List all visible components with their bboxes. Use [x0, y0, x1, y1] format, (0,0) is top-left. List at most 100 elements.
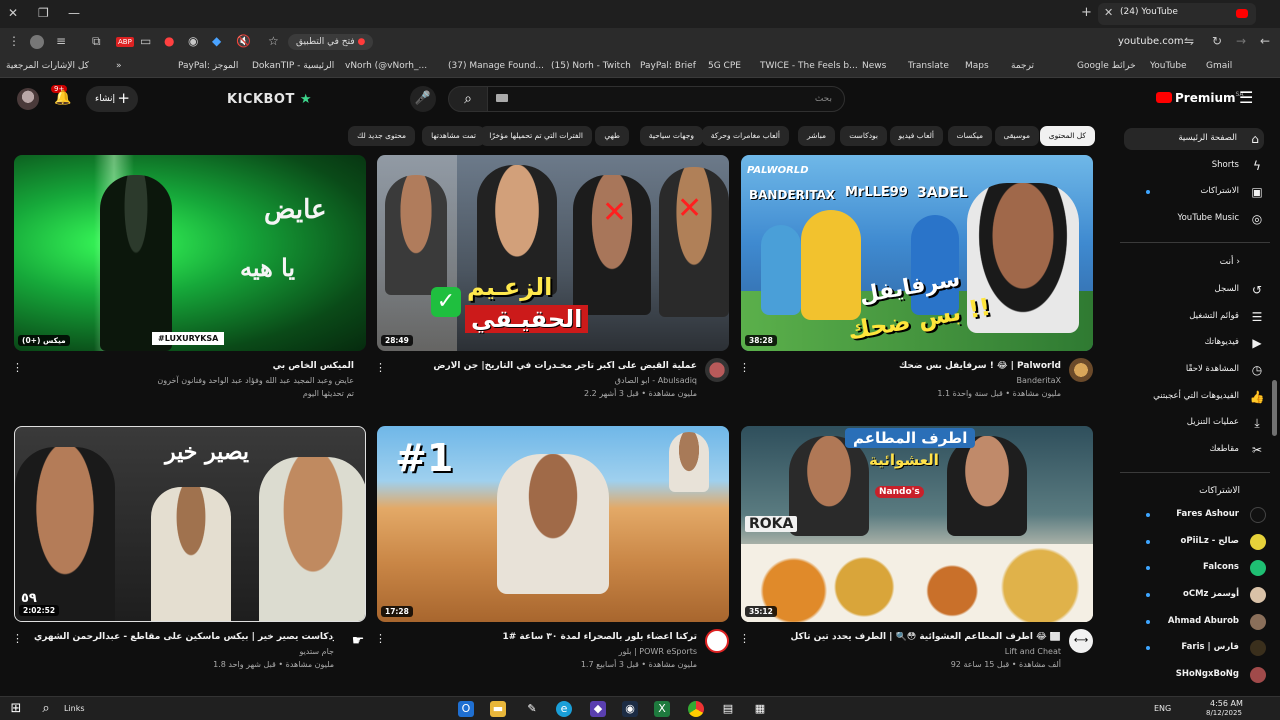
kickbot-extension-logo[interactable]: KICKBOT ★	[227, 92, 312, 107]
bookmark-star-icon[interactable]: ☆	[268, 34, 279, 48]
video-thumbnail[interactable]: عايض يا هيه #LUXURYKSA ميكس (+0)	[14, 155, 366, 351]
notifications-bell-icon[interactable]: 🔔	[54, 90, 71, 106]
bookmark-manage-found[interactable]: (37) Manage Found...	[448, 61, 544, 71]
sidebar-sub-faris[interactable]: Faris | فارس	[1120, 637, 1266, 659]
more-options-icon[interactable]: ⋮	[375, 361, 386, 374]
bookmark-tarjama[interactable]: ترجمة	[1011, 61, 1034, 71]
channel-avatar[interactable]	[705, 629, 729, 653]
bookmark-5g-cpe[interactable]: 5G CPE	[708, 61, 741, 71]
video-title[interactable]: اطرف المطاعم العشوائية 😳🔍 | الطرف يحدد ت…	[761, 632, 1062, 642]
create-button[interactable]: إنشاء +	[86, 86, 138, 112]
bookmark-paypal-ar[interactable]: PayPal: الموجز	[178, 61, 238, 71]
video-title[interactable]: سرفايفل بس ضحك ! 😂 | Palworld	[761, 361, 1061, 371]
chip-cooking[interactable]: طهي	[595, 126, 629, 146]
more-options-icon[interactable]: ⋮	[375, 632, 386, 645]
minimize-window-icon[interactable]: —	[68, 6, 80, 20]
site-settings-icon[interactable]: ⇋	[1184, 34, 1194, 48]
sidebar-item-your-videos[interactable]: فيديوهاتك ▶	[1120, 332, 1266, 354]
guide-menu-icon[interactable]: ☰	[1239, 88, 1253, 107]
browser-tab-youtube[interactable]: ✕ (24) YouTube	[1098, 3, 1256, 25]
address-url[interactable]: youtube.com	[1118, 36, 1184, 47]
video-thumbnail[interactable]: ✕ ✕ ✓ الزعـيم الحقيـقي 28:49	[377, 155, 729, 351]
channel-name[interactable]: عايض وعبد المجيد عبد الله وفؤاد عبد الوا…	[54, 376, 354, 385]
sidebar-item-subscriptions[interactable]: الاشتراكات ▣	[1120, 181, 1266, 203]
sidebar-item-playlists[interactable]: قوائم التشغيل ☰	[1120, 306, 1266, 328]
sidebar-item-shorts[interactable]: Shorts ϟ	[1120, 155, 1266, 177]
sidebar-item-home[interactable]: الصفحة الرئيسية ⌂	[1124, 128, 1264, 150]
clock-date[interactable]: 8/12/2025	[1206, 709, 1242, 717]
keyboard-icon[interactable]	[496, 94, 508, 102]
windows-start-icon[interactable]: ⊞	[8, 701, 24, 717]
video-title[interactable]: الميكس الخاص بي	[54, 361, 354, 371]
chip-action-adventure[interactable]: ألعاب مغامرات وحركة	[701, 126, 789, 146]
more-options-icon[interactable]: ⋮	[12, 361, 23, 374]
bookmark-news[interactable]: News	[862, 61, 886, 71]
bookmark-google-maps[interactable]: Google خرائط	[1077, 61, 1136, 71]
extension-icon-2[interactable]: ◉	[188, 34, 198, 48]
clock-time[interactable]: 4:56 AM	[1210, 699, 1243, 708]
channel-name[interactable]: بلور | POWR eSports	[397, 647, 697, 656]
adblock-icon[interactable]: ABP	[116, 37, 134, 47]
sidebar-item-liked-videos[interactable]: الفيديوهات التي أعجبتني 👍	[1120, 386, 1266, 408]
sidebar-sub-ahmad-aburob[interactable]: Ahmad Aburob	[1120, 611, 1266, 633]
app-icon-3[interactable]: ▤	[720, 701, 736, 717]
open-in-app-button[interactable]: فتح في التطبيق ●	[288, 34, 374, 50]
sidebar-item-history[interactable]: السجل ↺	[1120, 279, 1266, 301]
reload-icon[interactable]: ↻	[1212, 34, 1222, 48]
channel-name[interactable]: ابو الصادق - Abulsadiq	[397, 376, 697, 385]
browser-menu-icon[interactable]: ⋮	[8, 34, 20, 48]
bookmark-vnorh[interactable]: vNorh (@vNorh_...	[345, 61, 427, 71]
chip-podcast[interactable]: بودكاست	[840, 126, 887, 146]
search-input[interactable]	[487, 86, 845, 112]
video-title[interactable]: تركنا اعضاء بلور بالصحراء لمدة ٣٠ ساعة #…	[397, 632, 697, 642]
chip-destinations[interactable]: وجهات سياحية	[639, 126, 703, 146]
language-indicator[interactable]: ENG	[1154, 704, 1171, 713]
chip-recently-uploaded[interactable]: الفترات التي تم تحميلها مؤخرًا	[480, 126, 592, 146]
reading-list-icon[interactable]: ≡	[56, 34, 66, 48]
file-explorer-icon[interactable]: ▬	[490, 701, 506, 717]
extension-icon-3[interactable]: ◆	[212, 34, 221, 48]
account-avatar[interactable]	[17, 88, 39, 110]
sidebar-sub-ocmz[interactable]: oCMz أوسمز	[1120, 584, 1266, 606]
video-thumbnail[interactable]: #1 17:28	[377, 426, 729, 622]
chip-mixes[interactable]: ميكسات	[947, 126, 992, 146]
chip-music[interactable]: موسيقى	[994, 126, 1039, 146]
profile-icon[interactable]	[30, 35, 44, 49]
new-tab-button[interactable]: +	[1081, 5, 1092, 20]
bookmark-dokantip[interactable]: DokanTIP - الرئيسية	[252, 61, 334, 71]
bookmark-maps[interactable]: Maps	[965, 61, 989, 71]
extension-icon[interactable]: ▭	[140, 34, 151, 48]
video-thumbnail[interactable]: اطرف المطاعم العشوائية ROKA Nando's 35:1…	[741, 426, 1093, 622]
video-thumbnail[interactable]: PALWORLD BANDERITAX MrLLE99 3ADEL سرفايف…	[741, 155, 1093, 351]
forward-icon[interactable]: →	[1236, 34, 1246, 48]
bookmark-twitch[interactable]: (15) Norh - Twitch	[551, 61, 631, 71]
more-options-icon[interactable]: ⋮	[739, 361, 750, 374]
chip-live[interactable]: مباشر	[798, 126, 835, 146]
channel-avatar[interactable]	[705, 358, 729, 382]
mute-tab-icon[interactable]: 🔇	[236, 34, 251, 48]
search-button[interactable]: ⌕	[448, 86, 488, 112]
chip-new-to-you[interactable]: محتوى جديد لك	[348, 126, 415, 146]
bookmark-paypal-brief[interactable]: PayPal: Brief	[640, 61, 696, 71]
bookmark-youtube[interactable]: YouTube	[1150, 61, 1187, 71]
youtube-premium-logo[interactable]: PremiumSA	[1156, 91, 1244, 105]
video-thumbnail[interactable]: يصير خير ٥٩ 2:02:52	[14, 426, 366, 622]
chrome-icon[interactable]	[688, 701, 704, 717]
search-icon[interactable]: ⌕	[38, 701, 54, 717]
close-window-icon[interactable]: ✕	[8, 6, 18, 20]
record-extension-icon[interactable]: ●	[164, 34, 174, 48]
sidebar-item-clips[interactable]: مقاطعك ✂	[1120, 439, 1266, 461]
sidebar-sub-falcons[interactable]: Falcons	[1120, 557, 1266, 579]
sidebar-sub-shongxbong[interactable]: SHoNgxBoNg	[1120, 664, 1266, 686]
back-icon[interactable]: ←	[1260, 34, 1270, 48]
bookmark-gmail[interactable]: Gmail	[1206, 61, 1232, 71]
sidebar-sub-fares-ashour[interactable]: Fares Ashour	[1120, 504, 1266, 526]
bookmarks-overflow-icon[interactable]: »	[116, 61, 122, 71]
sidebar-item-youtube-music[interactable]: YouTube Music ◎	[1120, 208, 1266, 230]
taskbar-search-label[interactable]: Links	[64, 704, 85, 713]
steam-icon[interactable]: ◉	[622, 701, 638, 717]
bookmark-translate[interactable]: Translate	[908, 61, 949, 71]
more-options-icon[interactable]: ⋮	[12, 632, 23, 645]
chip-watched[interactable]: تمت مشاهدتها	[422, 126, 485, 146]
channel-avatar[interactable]: ⟷	[1069, 629, 1093, 653]
